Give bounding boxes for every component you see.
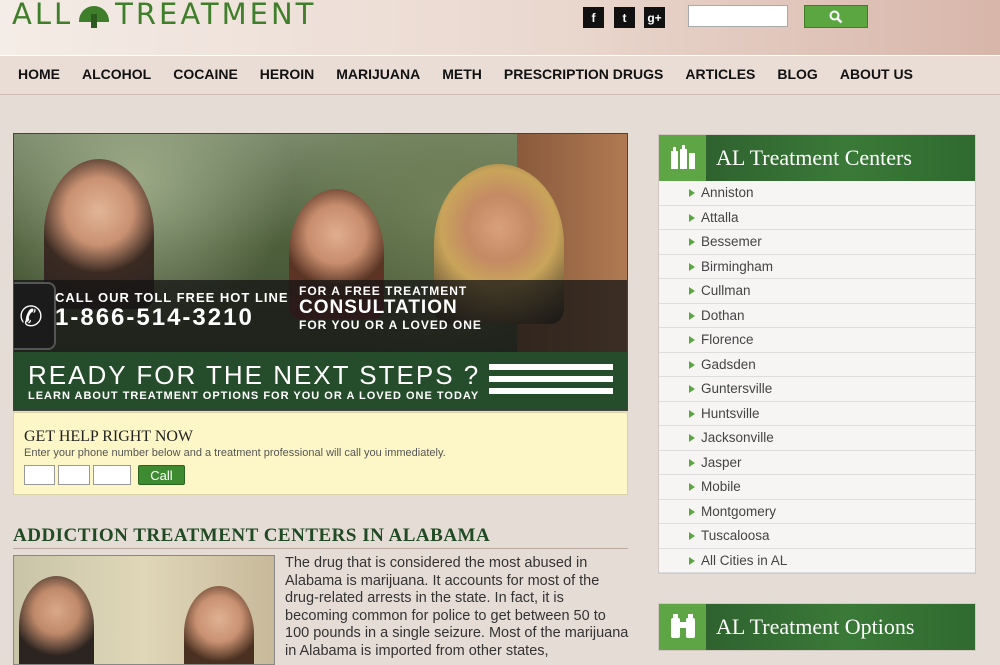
- consult-line-2: CONSULTATION: [299, 297, 458, 318]
- arrow-right-icon: [689, 532, 695, 540]
- arrow-right-icon: [689, 189, 695, 197]
- arrow-right-icon: [689, 556, 695, 565]
- arrow-right-icon: [689, 409, 695, 418]
- get-help-text: Enter your phone number below and a trea…: [24, 447, 446, 459]
- article-heading: ADDICTION TREATMENT CENTERS IN ALABAMA: [13, 525, 491, 546]
- search-button[interactable]: [804, 5, 868, 28]
- city-link-jasper[interactable]: Jasper: [659, 450, 975, 475]
- hero-banner[interactable]: ✆ CALL OUR TOLL FREE HOT LINE 1-866-514-…: [13, 133, 628, 411]
- hotline-label: CALL OUR TOLL FREE HOT LINE: [55, 290, 289, 305]
- call-button[interactable]: Call: [138, 465, 185, 485]
- treatment-centers-title: AL Treatment Centers: [716, 145, 912, 170]
- search-icon: [829, 10, 843, 23]
- get-help-form: GET HELP RIGHT NOW Enter your phone numb…: [13, 412, 628, 495]
- city-link-attalla[interactable]: Attalla: [659, 205, 975, 230]
- nav-marijuana[interactable]: MARIJUANA: [336, 66, 420, 82]
- arrow-right-icon: [689, 287, 695, 295]
- treatment-options-title: AL Treatment Options: [716, 614, 915, 639]
- city-link-jacksonville[interactable]: Jacksonville: [659, 426, 975, 451]
- twitter-icon[interactable]: t: [614, 7, 635, 28]
- menu-lines-icon: [489, 364, 613, 400]
- google-plus-icon[interactable]: g+: [644, 7, 665, 28]
- facebook-icon[interactable]: f: [583, 7, 604, 28]
- nav-articles[interactable]: ARTICLES: [685, 66, 755, 82]
- city-link-dothan[interactable]: Dothan: [659, 303, 975, 328]
- arrow-right-icon: [689, 483, 695, 491]
- consult-line-1: FOR A FREE TREATMENT: [299, 284, 468, 298]
- nav-heroin[interactable]: HEROIN: [260, 66, 314, 82]
- logo-text-left: ALL: [12, 0, 74, 31]
- arrow-right-icon: [689, 360, 695, 369]
- city-link-cullman[interactable]: Cullman: [659, 279, 975, 304]
- nav-alcohol[interactable]: ALCOHOL: [82, 66, 151, 82]
- city-link-anniston[interactable]: Anniston: [659, 181, 975, 206]
- article-body: The drug that is considered the most abu…: [285, 555, 629, 659]
- phone-line-input[interactable]: [93, 465, 131, 485]
- city-link-birmingham[interactable]: Birmingham: [659, 254, 975, 279]
- get-help-title: GET HELP RIGHT NOW: [24, 428, 194, 445]
- consult-line-3: FOR YOU OR A LOVED ONE: [299, 318, 482, 332]
- phone-prefix-input[interactable]: [58, 465, 90, 485]
- nav-prescription-drugs[interactable]: PRESCRIPTION DRUGS: [504, 66, 663, 82]
- treatment-options-widget: AL Treatment Options: [658, 603, 976, 651]
- nav-cocaine[interactable]: COCAINE: [173, 66, 238, 82]
- treatment-options-header: AL Treatment Options: [659, 604, 975, 650]
- nav-blog[interactable]: BLOG: [777, 66, 817, 82]
- phone-area-code-input[interactable]: [24, 465, 55, 485]
- next-steps-subtitle: LEARN ABOUT TREATMENT OPTIONS FOR YOU OR…: [28, 390, 480, 402]
- hotline-number[interactable]: 1-866-514-3210: [55, 304, 254, 332]
- arrow-right-icon: [689, 458, 695, 467]
- nav-home[interactable]: HOME: [18, 66, 60, 82]
- arrow-right-icon: [689, 311, 695, 320]
- arrow-right-icon: [689, 385, 695, 393]
- city-link-gadsden[interactable]: Gadsden: [659, 352, 975, 377]
- city-link-mobile[interactable]: Mobile: [659, 475, 975, 500]
- phone-icon: ✆: [14, 282, 56, 350]
- binoculars-icon: [659, 604, 706, 650]
- arrow-right-icon: [689, 238, 695, 246]
- city-link-tuscaloosa[interactable]: Tuscaloosa: [659, 524, 975, 549]
- nav-meth[interactable]: METH: [442, 66, 482, 82]
- main-nav: HOME ALCOHOL COCAINE HEROIN MARIJUANA ME…: [0, 55, 1000, 95]
- nav-about-us[interactable]: ABOUT US: [840, 66, 913, 82]
- city-link-all-cities[interactable]: All Cities in AL: [659, 548, 975, 573]
- arrow-right-icon: [689, 213, 695, 222]
- site-header: ALL TREATMENT f t g+: [0, 0, 1000, 55]
- city-link-guntersville[interactable]: Guntersville: [659, 377, 975, 402]
- logo-text-right: TREATMENT: [115, 0, 317, 31]
- city-link-florence[interactable]: Florence: [659, 328, 975, 353]
- city-link-huntsville[interactable]: Huntsville: [659, 401, 975, 426]
- tree-logo-icon: [77, 0, 111, 28]
- city-link-montgomery[interactable]: Montgomery: [659, 499, 975, 524]
- divider: [13, 548, 628, 549]
- arrow-right-icon: [689, 262, 695, 271]
- arrow-right-icon: [689, 336, 695, 344]
- search-input[interactable]: [688, 5, 788, 27]
- treatment-centers-widget: AL Treatment Centers Anniston Attalla Be…: [658, 134, 976, 574]
- arrow-right-icon: [689, 507, 695, 516]
- next-steps-banner[interactable]: READY FOR THE NEXT STEPS ? LEARN ABOUT T…: [14, 352, 627, 410]
- treatment-centers-header: AL Treatment Centers: [659, 135, 975, 181]
- arrow-right-icon: [689, 434, 695, 442]
- next-steps-title: READY FOR THE NEXT STEPS ?: [28, 360, 481, 390]
- article-image: [13, 555, 275, 665]
- bottles-icon: [659, 135, 706, 181]
- city-link-bessemer[interactable]: Bessemer: [659, 230, 975, 255]
- site-logo[interactable]: ALL TREATMENT: [12, 0, 316, 34]
